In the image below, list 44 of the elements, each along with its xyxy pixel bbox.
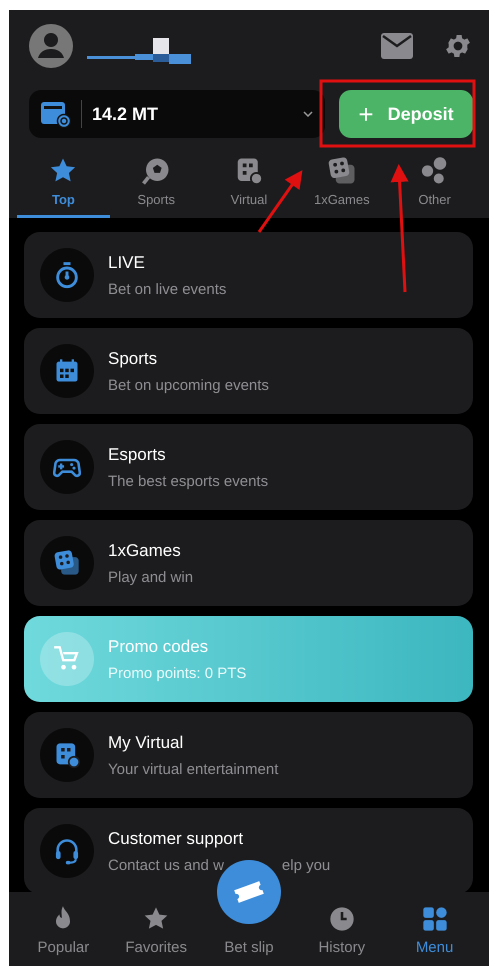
menu-card[interactable]: Sports Bet on upcoming events [24,328,473,414]
category-tab[interactable]: 1xGames [295,152,388,218]
category-tab[interactable]: Top [17,152,110,218]
nav-item[interactable]: History [295,892,388,966]
nav-item[interactable]: Popular [17,892,110,966]
menu-title: Esports [108,444,167,464]
menu-card[interactable]: Customer support Contact us and w elp you [24,808,473,892]
balance-selector[interactable]: 14.2 MT [29,90,325,138]
dice-icon [53,549,81,577]
menu-card[interactable]: 1xGames Play and win [24,520,473,606]
balance-amount: 14.2 MT [92,104,160,124]
category-tab[interactable]: Virtual [202,152,296,218]
menu-subtitle: elp you [282,856,330,874]
mail-icon[interactable] [381,33,413,59]
menu-card[interactable]: My Virtual Your virtual entertainment [24,712,473,798]
menu-title: Customer support [108,828,244,848]
clock-icon [328,905,356,933]
menu-card[interactable]: Esports The best esports events [24,424,473,510]
deposit-button[interactable]: + Deposit [339,90,473,138]
stopwatch-icon [53,261,81,289]
nav-item[interactable]: Favorites [110,892,203,966]
nav-item[interactable]: Bet slip [224,939,274,956]
menu-subtitle: Play and win [108,568,194,586]
menu-subtitle: Bet on upcoming events [108,376,269,394]
dice-icon [326,156,357,186]
menu-subtitle: Contact us and w [108,856,224,874]
chevron-down-icon [303,111,313,117]
wallet-icon [41,100,71,128]
menu-title: 1xGames [108,540,182,560]
menu-subtitle: Promo points: 0 PTS [108,664,246,682]
menu-title: Sports [108,348,158,368]
category-tab[interactable]: Other [388,152,481,218]
nav-item[interactable]: Menu [388,892,481,966]
menu-subtitle: Your virtual entertainment [108,760,278,778]
menu-subtitle: Bet on live events [108,280,226,298]
menu-title: My Virtual [108,732,184,752]
avatar-icon[interactable] [29,24,73,68]
category-tab[interactable]: Sports [110,152,203,218]
menu-title: Promo codes [108,636,210,656]
grid-icon [420,905,449,933]
headset-icon [53,837,81,865]
menu-card[interactable]: LIVE Bet on live events [24,232,473,318]
menu-subtitle: The best esports events [108,472,268,490]
menu-title: LIVE [108,252,146,272]
